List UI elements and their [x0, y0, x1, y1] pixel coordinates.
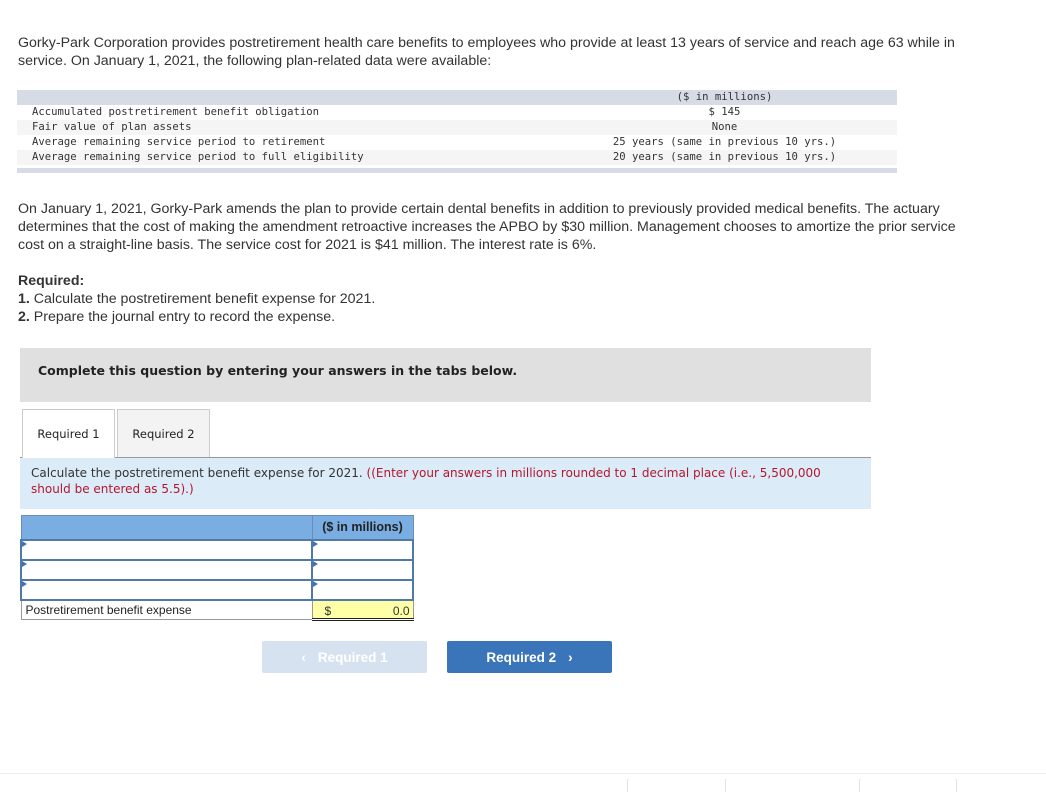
- answer-table-header: ($ in millions): [20, 515, 414, 540]
- amount-input[interactable]: [313, 540, 412, 559]
- row-label: Average remaining service period to full…: [17, 150, 552, 165]
- item-label-input[interactable]: [22, 580, 311, 599]
- answer-row: [20, 538, 414, 561]
- answer-row: [20, 558, 414, 581]
- tab-required-1[interactable]: Required 1: [22, 409, 115, 458]
- row-value: $ 145: [552, 105, 897, 120]
- row-value: 20 years (same in previous 10 yrs.): [552, 150, 897, 165]
- total-amount: 0.0: [392, 603, 410, 618]
- question-instruction: Calculate the postretirement benefit exp…: [20, 458, 871, 509]
- total-amount-cell: $0.0: [311, 599, 414, 621]
- table-row: Average remaining service period to full…: [17, 150, 897, 165]
- dropdown-indicator-icon: [22, 540, 27, 547]
- dropdown-indicator-icon: [22, 580, 27, 587]
- instructions-banner: Complete this question by entering your …: [20, 348, 871, 402]
- total-row: Postretirement benefit expense $0.0: [20, 599, 414, 621]
- item-label-input[interactable]: [22, 540, 311, 559]
- problem-intro: Gorky-Park Corporation provides postreti…: [18, 35, 955, 69]
- answer-table: ($ in millions) Postretirement benefit e…: [20, 515, 414, 621]
- next-required-2-button[interactable]: Required 2 ›: [447, 641, 612, 673]
- plan-data-table: ($ in millions) Accumulated postretireme…: [17, 90, 897, 173]
- amount-input[interactable]: [313, 560, 412, 579]
- plan-table-header: ($ in millions): [17, 90, 897, 105]
- plan-table-footer: [17, 168, 897, 173]
- total-label: Postretirement benefit expense: [20, 599, 313, 620]
- footer-separator: [627, 779, 628, 792]
- required-heading: Required:: [18, 273, 85, 289]
- plan-table-units: ($ in millions): [552, 90, 897, 105]
- table-row: Accumulated postretirement benefit oblig…: [17, 105, 897, 120]
- prev-required-1-button[interactable]: ‹ Required 1: [262, 641, 427, 673]
- amount-input[interactable]: [313, 580, 412, 599]
- footer-separator: [725, 779, 726, 792]
- row-label: Average remaining service period to reti…: [17, 135, 552, 150]
- item-label-input[interactable]: [22, 560, 311, 579]
- amendment-paragraph: On January 1, 2021, Gorky-Park amends th…: [18, 201, 956, 253]
- footer-divider: [0, 773, 1046, 774]
- row-label: Accumulated postretirement benefit oblig…: [17, 105, 552, 120]
- tab-required-2[interactable]: Required 2: [117, 409, 210, 457]
- required-item-1: 1. Calculate the postretirement benefit …: [18, 291, 376, 307]
- table-row: Fair value of plan assets None: [17, 120, 897, 135]
- footer-separator: [956, 779, 957, 792]
- currency-symbol: $: [324, 603, 332, 618]
- chevron-left-icon: ‹: [301, 649, 306, 665]
- table-row: Average remaining service period to reti…: [17, 135, 897, 150]
- footer-separator: [859, 779, 860, 792]
- dropdown-indicator-icon: [313, 560, 318, 567]
- row-value: None: [552, 120, 897, 135]
- dropdown-indicator-icon: [313, 580, 318, 587]
- column-header-millions: ($ in millions): [311, 515, 414, 540]
- row-value: 25 years (same in previous 10 yrs.): [552, 135, 897, 150]
- required-section: Required: 1. Calculate the postretiremen…: [18, 272, 375, 326]
- required-item-2: 2. Prepare the journal entry to record t…: [18, 309, 336, 325]
- dropdown-indicator-icon: [22, 560, 27, 567]
- chevron-right-icon: ›: [568, 649, 573, 665]
- dropdown-indicator-icon: [313, 540, 318, 547]
- answer-row: [20, 578, 414, 601]
- row-label: Fair value of plan assets: [17, 120, 552, 135]
